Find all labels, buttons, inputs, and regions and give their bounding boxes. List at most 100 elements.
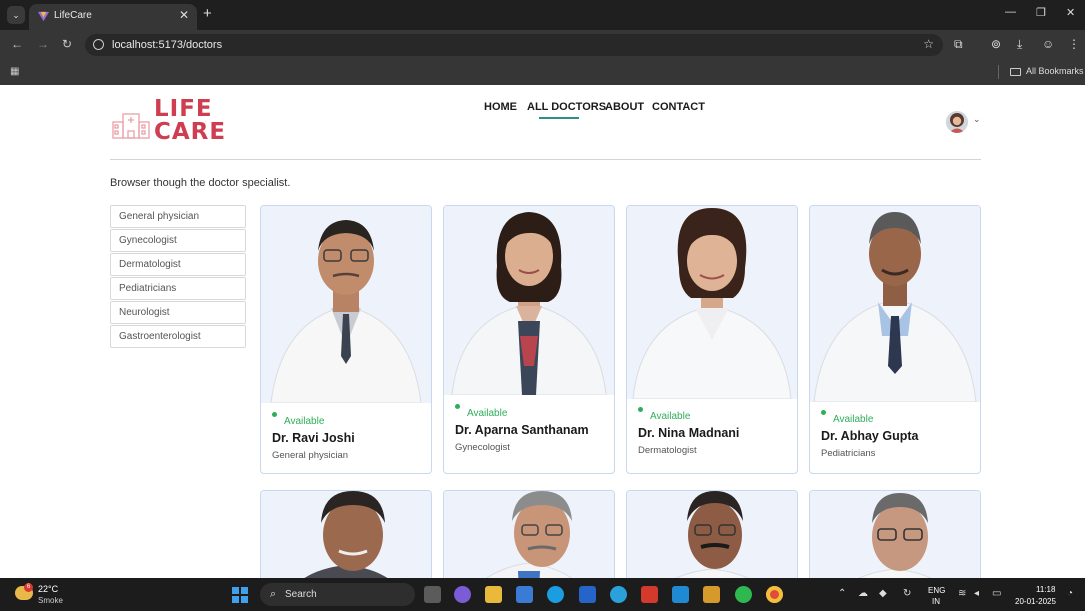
doctor-card[interactable]	[626, 490, 798, 578]
availability-label: Available	[284, 416, 325, 427]
doctor-card[interactable]: Available Dr. Nina Madnani Dermatologist	[626, 205, 798, 474]
doctor-portrait-icon	[451, 212, 607, 395]
doctor-card[interactable]: Available Dr. Ravi Joshi General physici…	[260, 205, 432, 474]
restore-icon[interactable]: ❐	[1036, 6, 1046, 19]
menu-kebab-icon[interactable]: ⋮	[1068, 37, 1080, 51]
availability-label: Available	[833, 414, 874, 425]
doctor-photo	[261, 491, 431, 578]
speciality-item[interactable]: Neurologist	[110, 301, 246, 324]
clock-date[interactable]: 20-01-2025	[1015, 597, 1056, 606]
url-text[interactable]: localhost:5173/doctors	[112, 39, 222, 51]
reload-icon[interactable]: ↻	[62, 37, 72, 51]
copilot-icon[interactable]	[454, 586, 471, 603]
speciality-item[interactable]: Gastroenterologist	[110, 325, 246, 348]
doctor-portrait-icon	[632, 208, 792, 399]
doctor-card[interactable]	[260, 490, 432, 578]
user-avatar[interactable]	[946, 111, 968, 133]
show-hidden-icons-icon[interactable]: ⌃	[838, 588, 846, 599]
doctor-name: Dr. Nina Madnani	[638, 426, 740, 440]
notifications-icon[interactable]: ◔	[1067, 588, 1073, 599]
whatsapp-icon[interactable]	[735, 586, 752, 603]
availability-label: Available	[650, 411, 691, 422]
nav-home[interactable]: HOME	[484, 101, 517, 113]
extensions-icon[interactable]: ⧉	[954, 37, 963, 52]
doctor-photo	[810, 491, 980, 578]
nav-all-doctors[interactable]: ALL DOCTORS	[527, 101, 606, 113]
doctor-card-body: Available Dr. Aparna Santhanam Gynecolog…	[455, 404, 589, 453]
speciality-item[interactable]: General physician	[110, 205, 246, 228]
chrome-icon[interactable]	[766, 586, 783, 603]
task-view-icon[interactable]	[424, 586, 441, 603]
new-tab-icon[interactable]: +	[203, 5, 212, 22]
profile-icon[interactable]: ☺	[1042, 37, 1054, 51]
browser-tab[interactable]: LifeCare ✕	[29, 4, 197, 30]
edge-icon[interactable]	[547, 586, 564, 603]
file-explorer-icon[interactable]	[485, 586, 502, 603]
wifi-icon[interactable]: ≋	[958, 588, 966, 599]
doctor-name: Dr. Aparna Santhanam	[455, 423, 589, 437]
forward-icon[interactable]: →	[37, 37, 49, 51]
user-avatar-icon	[946, 111, 968, 133]
active-nav-indicator	[539, 117, 579, 119]
address-bar[interactable]: localhost:5173/doctors ☆	[85, 34, 943, 56]
taskbar-search[interactable]: ⌕ Search	[260, 583, 415, 606]
nav-contact[interactable]: CONTACT	[652, 101, 705, 113]
tab-search-icon[interactable]: ⌄	[7, 6, 25, 24]
doctor-portrait-icon	[813, 212, 977, 402]
doctor-photo	[444, 206, 614, 395]
doctor-card[interactable]	[443, 490, 615, 578]
sync-icon[interactable]: ↻	[903, 588, 911, 599]
volume-icon[interactable]: ◂	[974, 588, 979, 599]
doctor-card[interactable]	[809, 490, 981, 578]
mcafee-icon[interactable]	[641, 586, 658, 603]
intro-text: Browser though the doctor specialist.	[110, 177, 291, 189]
all-bookmarks-link[interactable]: All Bookmarks	[1026, 66, 1084, 76]
browser-tab-bar: ⌄ LifeCare ✕ + — ❐ ✕	[0, 0, 1085, 30]
doctor-card-body: Available Dr. Nina Madnani Dermatologist	[638, 407, 740, 456]
doctor-speciality: Pediatricians	[821, 448, 876, 459]
chevron-down-icon[interactable]: ⌄	[973, 114, 981, 125]
bookmark-star-icon[interactable]: ☆	[923, 37, 934, 51]
weather-condition[interactable]: Smoke	[38, 596, 63, 605]
nav-about[interactable]: ABOUT	[605, 101, 644, 113]
doctor-card-body: Available Dr. Abhay Gupta Pediatricians	[821, 410, 918, 459]
windows-start-icon[interactable]	[232, 587, 248, 603]
doctor-card[interactable]: Available Dr. Abhay Gupta Pediatricians	[809, 205, 981, 474]
availability-status: Available	[638, 407, 739, 422]
availability-dot-icon	[455, 404, 460, 409]
close-tab-icon[interactable]: ✕	[179, 8, 189, 22]
browser-toolbar: ← → ↻ localhost:5173/doctors ☆ ⧉ ⊚ ⤓ ☺ ⋮	[0, 30, 1085, 60]
speciality-item[interactable]: Gynecologist	[110, 229, 246, 252]
doctor-photo	[627, 491, 797, 578]
language-top[interactable]: ENG	[928, 586, 945, 595]
battery-icon[interactable]: ▭	[992, 588, 1001, 599]
medal-app-icon[interactable]	[703, 586, 720, 603]
search-icon: ⌕	[270, 588, 277, 600]
minimize-icon[interactable]: —	[1005, 6, 1016, 18]
download-icon[interactable]: ⤓	[1017, 37, 1022, 52]
doctor-card[interactable]: Available Dr. Aparna Santhanam Gynecolog…	[443, 205, 615, 474]
app-tray-icon[interactable]: ◆	[879, 588, 887, 599]
doctor-portrait-icon	[675, 491, 749, 578]
site-info-icon[interactable]	[93, 39, 104, 50]
microsoft-store-icon[interactable]	[516, 586, 533, 603]
apps-grid-icon[interactable]: ▦	[10, 66, 19, 77]
close-window-icon[interactable]: ✕	[1066, 6, 1075, 19]
folder-icon	[1010, 68, 1021, 76]
tab-search-toolbar-icon[interactable]: ⊚	[991, 37, 1001, 51]
speciality-item[interactable]: Pediatricians	[110, 277, 246, 300]
linkedin-icon[interactable]	[579, 586, 596, 603]
onedrive-icon[interactable]: ☁	[858, 588, 868, 599]
bookmarks-divider	[998, 65, 999, 79]
language-bottom[interactable]: IN	[932, 597, 940, 606]
back-icon[interactable]: ←	[11, 37, 23, 51]
telegram-icon[interactable]	[610, 586, 627, 603]
vscode-icon[interactable]	[672, 586, 689, 603]
availability-label: Available	[467, 408, 508, 419]
speciality-list: General physician Gynecologist Dermatolo…	[110, 205, 246, 349]
clock-time[interactable]: 11:18	[1036, 585, 1055, 594]
availability-dot-icon	[638, 407, 643, 412]
weather-temperature[interactable]: 22°C	[38, 584, 58, 594]
availability-status: Available	[272, 412, 355, 427]
speciality-item[interactable]: Dermatologist	[110, 253, 246, 276]
